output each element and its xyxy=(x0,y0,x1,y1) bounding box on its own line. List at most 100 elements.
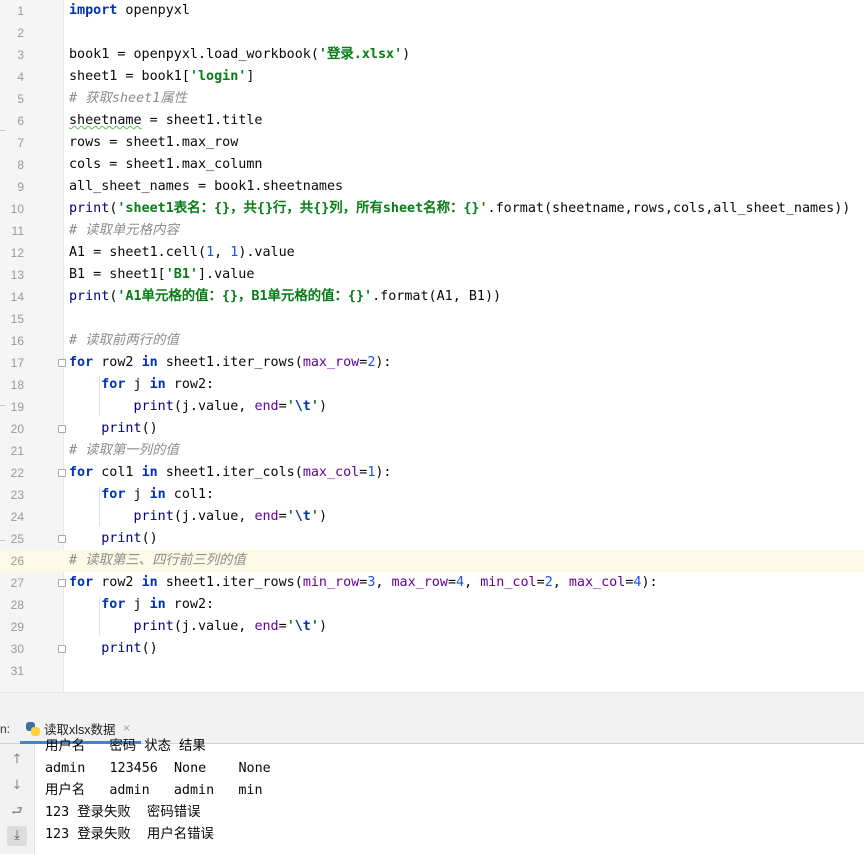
code-line[interactable]: 6 sheetname = sheet1.title xyxy=(0,110,864,132)
code-token: import xyxy=(69,3,118,18)
code-text: sheet1 = book1['login'] xyxy=(69,66,254,88)
code-line[interactable]: 8 cols = sheet1.max_column xyxy=(0,154,864,176)
code-token: openpyxl xyxy=(117,3,190,18)
code-text: print(j.value, end='\t') xyxy=(69,616,328,638)
code-line[interactable]: 24 print(j.value, end='\t') xyxy=(0,506,864,528)
line-number: 20 xyxy=(10,422,24,436)
console-output[interactable]: 用户名 密码 状态 结果 admin 123456 None None 用户名 ad… xyxy=(45,736,271,846)
code-text: import openpyxl xyxy=(69,0,190,22)
line-number: 11 xyxy=(11,224,24,238)
code-line[interactable]: 3 book1 = openpyxl.load_workbook('登录.xlsx… xyxy=(0,44,864,66)
line-number: 22 xyxy=(10,466,24,480)
code-token: ' xyxy=(286,619,295,634)
code-line[interactable]: 4 sheet1 = book1['login'] xyxy=(0,66,864,88)
code-line[interactable]: 23 for j in col1: xyxy=(0,484,864,506)
line-number: 16 xyxy=(10,334,24,348)
code-token: # 读取单元格内容 xyxy=(69,223,179,238)
soft-wrap-icon[interactable]: ⮐ xyxy=(7,802,27,822)
code-line[interactable]: 11 # 读取单元格内容 xyxy=(0,220,864,242)
code-editor[interactable]: 1 import openpyxl 2 3 book1 = openpyxl.load_… xyxy=(0,0,864,692)
code-token: print xyxy=(133,399,174,414)
code-token: print xyxy=(69,201,110,216)
code-line[interactable]: 21 # 读取第一列的值 xyxy=(0,440,864,462)
code-token: = xyxy=(278,399,287,414)
line-number: 14 xyxy=(10,290,24,304)
line-number: 18 xyxy=(10,378,24,392)
code-token: (j.value, xyxy=(173,619,255,634)
code-token: sheet1.iter_rows( xyxy=(157,355,303,370)
horizontal-scrollbar[interactable] xyxy=(0,692,864,717)
code-token: end xyxy=(254,509,279,524)
code-line[interactable]: 5 # 获取sheet1属性 xyxy=(0,88,864,110)
code-token: for xyxy=(69,355,94,370)
code-line[interactable]: 28 for j in row2: xyxy=(0,594,864,616)
scroll-to-end-icon[interactable]: ⤓ xyxy=(7,826,27,846)
code-line[interactable]: 12 A1 = sheet1.cell(1, 1).value xyxy=(0,242,864,264)
code-token: = xyxy=(278,619,287,634)
code-line[interactable]: 7 rows = sheet1.max_row xyxy=(0,132,864,154)
code-token: ) xyxy=(318,509,327,524)
code-line[interactable]: 26 # 读取第三、四行前三列的值 xyxy=(0,550,864,572)
fold-marker-icon[interactable] xyxy=(58,645,66,653)
code-line[interactable]: 16 # 读取前两行的值 xyxy=(0,330,864,352)
line-number: 30 xyxy=(10,642,24,656)
close-icon[interactable]: × xyxy=(123,723,131,734)
code-token: ] xyxy=(246,69,255,84)
code-text: # 读取单元格内容 xyxy=(69,220,179,242)
code-line[interactable]: 10 print('sheet1表名：{}，共{}行，共{}列，所有sheet名称… xyxy=(0,198,864,220)
code-lines[interactable]: 1 import openpyxl 2 3 book1 = openpyxl.load_… xyxy=(0,0,864,682)
code-line[interactable]: 25 print() xyxy=(0,528,864,550)
scroll-up-icon[interactable]: ↑ xyxy=(7,750,27,770)
code-token: for xyxy=(101,377,126,392)
line-number: 13 xyxy=(10,268,24,282)
run-console-panel: ↑ ↓ ⮐ ⤓ 用户名 密码 状态 结果 admin 123456 None None 用… xyxy=(0,739,864,854)
code-token: () xyxy=(141,531,158,546)
console-line: admin 123456 None None xyxy=(45,761,271,776)
code-token: print xyxy=(133,509,174,524)
fold-marker-icon[interactable] xyxy=(58,359,66,367)
line-number: 25 xyxy=(10,532,24,546)
fold-marker-icon[interactable] xyxy=(58,579,66,587)
code-line[interactable]: 19 print(j.value, end='\t') xyxy=(0,396,864,418)
code-line[interactable]: 31 xyxy=(0,660,864,682)
fold-marker-icon[interactable] xyxy=(58,535,66,543)
code-token: j xyxy=(125,487,150,502)
fold-marker-icon[interactable] xyxy=(58,425,66,433)
code-token: \t xyxy=(294,509,311,524)
code-text: # 读取第一列的值 xyxy=(69,440,179,462)
code-line[interactable]: 27 for row2 in sheet1.iter_rows(min_row=3… xyxy=(0,572,864,594)
code-line[interactable]: 22 for col1 in sheet1.iter_cols(max_col=1… xyxy=(0,462,864,484)
code-text: # 读取前两行的值 xyxy=(69,330,179,352)
code-token: \t xyxy=(294,619,311,634)
code-line[interactable]: 13 B1 = sheet1['B1'].value xyxy=(0,264,864,286)
code-line[interactable]: 1 import openpyxl xyxy=(0,0,864,22)
scroll-down-icon[interactable]: ↓ xyxy=(7,776,27,796)
code-token: ) xyxy=(318,399,327,414)
line-number: 26 xyxy=(10,554,24,568)
code-token: print xyxy=(101,531,142,546)
code-line[interactable]: 2 xyxy=(0,22,864,44)
code-token: in xyxy=(141,355,158,370)
code-token: print xyxy=(101,641,142,656)
code-line[interactable]: 15 xyxy=(0,308,864,330)
line-number: 1 xyxy=(17,4,24,18)
indent-guide xyxy=(99,596,100,636)
code-line[interactable]: 17 for row2 in sheet1.iter_rows(max_row=2… xyxy=(0,352,864,374)
fold-marker-icon[interactable] xyxy=(58,469,66,477)
code-line[interactable]: 29 print(j.value, end='\t') xyxy=(0,616,864,638)
code-text: cols = sheet1.max_column xyxy=(69,154,262,176)
code-token: in xyxy=(149,377,166,392)
code-text: print('sheet1表名：{}，共{}行，共{}列，所有sheet名称：{… xyxy=(69,198,850,220)
code-token: 4 xyxy=(456,575,465,590)
code-line[interactable]: 14 print('A1单元格的值：{}，B1单元格的值：{}'.format(A… xyxy=(0,286,864,308)
code-line[interactable]: 18 for j in row2: xyxy=(0,374,864,396)
code-token: col1 xyxy=(93,465,142,480)
code-line[interactable]: 30 print() xyxy=(0,638,864,660)
code-line[interactable]: 20 print() xyxy=(0,418,864,440)
code-token: for xyxy=(69,465,94,480)
code-token: max_col xyxy=(568,575,626,590)
code-token: 1 xyxy=(206,245,215,260)
code-line[interactable]: 9 all_sheet_names = book1.sheetnames xyxy=(0,176,864,198)
